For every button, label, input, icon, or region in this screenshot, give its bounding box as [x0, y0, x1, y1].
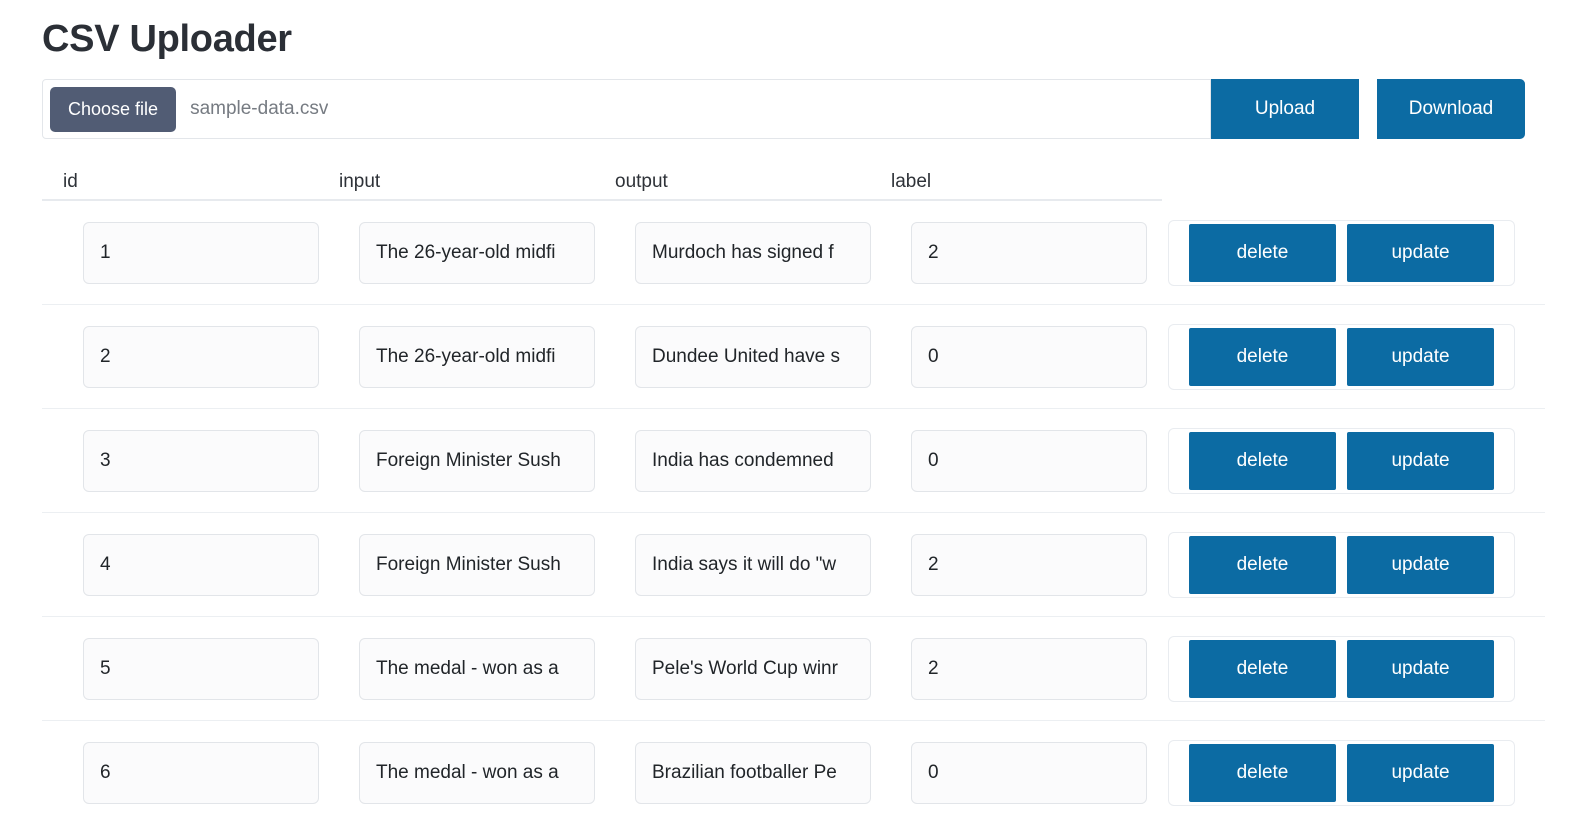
label-field[interactable] — [911, 325, 1147, 388]
delete-button[interactable]: delete — [1189, 639, 1336, 698]
delete-button[interactable]: delete — [1189, 327, 1336, 386]
cell-input — [318, 221, 595, 284]
label-field[interactable] — [911, 637, 1147, 700]
cell-label — [870, 637, 1147, 700]
delete-button[interactable]: delete — [1189, 223, 1336, 282]
upload-toolbar: Choose file sample-data.csv Upload Downl… — [42, 79, 1525, 139]
update-button[interactable]: update — [1347, 639, 1494, 698]
upload-button[interactable]: Upload — [1211, 79, 1359, 139]
cell-output — [594, 637, 871, 700]
row-actions: delete update — [1168, 219, 1515, 286]
output-field[interactable] — [635, 325, 871, 388]
cell-input — [318, 325, 595, 388]
row-actions: delete update — [1168, 740, 1515, 806]
id-field[interactable] — [83, 325, 319, 388]
cell-id — [42, 742, 319, 804]
update-button[interactable]: update — [1347, 744, 1494, 802]
label-field[interactable] — [911, 533, 1147, 596]
cell-label — [870, 429, 1147, 492]
id-field[interactable] — [83, 742, 319, 804]
update-button[interactable]: update — [1347, 223, 1494, 282]
label-field[interactable] — [911, 742, 1147, 804]
cell-label — [870, 325, 1147, 388]
label-field[interactable] — [911, 221, 1147, 284]
cell-label — [870, 742, 1147, 804]
page-title: CSV Uploader — [42, 18, 292, 60]
download-button[interactable]: Download — [1377, 79, 1525, 139]
update-button[interactable]: update — [1347, 535, 1494, 594]
row-actions: delete update — [1168, 531, 1515, 598]
cell-input — [318, 742, 595, 804]
csv-table: id input output label deleteupdatedelete… — [42, 157, 1545, 825]
input-field[interactable] — [359, 742, 595, 804]
output-field[interactable] — [635, 221, 871, 284]
id-field[interactable] — [83, 637, 319, 700]
delete-button[interactable]: delete — [1189, 535, 1336, 594]
cell-output — [594, 429, 871, 492]
output-field[interactable] — [635, 429, 871, 492]
table-row: deleteupdate — [42, 305, 1545, 409]
table-row: deleteupdate — [42, 513, 1545, 617]
cell-label — [870, 221, 1147, 284]
table-header-row: id input output label — [42, 157, 1162, 201]
cell-output — [594, 325, 871, 388]
update-button[interactable]: update — [1347, 327, 1494, 386]
cell-label — [870, 533, 1147, 596]
cell-id — [42, 221, 319, 284]
label-field[interactable] — [911, 429, 1147, 492]
table-row: deleteupdate — [42, 721, 1545, 825]
column-header-output: output — [615, 171, 668, 192]
csv-uploader-page: CSV Uploader Choose file sample-data.csv… — [0, 0, 1587, 836]
id-field[interactable] — [83, 429, 319, 492]
column-header-id: id — [63, 171, 78, 192]
delete-button[interactable]: delete — [1189, 744, 1336, 802]
cell-id — [42, 637, 319, 700]
output-field[interactable] — [635, 742, 871, 804]
id-field[interactable] — [83, 221, 319, 284]
file-input-field[interactable]: Choose file sample-data.csv — [42, 79, 1211, 139]
output-field[interactable] — [635, 637, 871, 700]
cell-id — [42, 533, 319, 596]
cell-input — [318, 533, 595, 596]
selected-file-name: sample-data.csv — [190, 98, 329, 119]
table-body: deleteupdatedeleteupdatedeleteupdatedele… — [42, 201, 1545, 825]
cell-input — [318, 429, 595, 492]
table-row: deleteupdate — [42, 617, 1545, 721]
cell-id — [42, 325, 319, 388]
cell-output — [594, 742, 871, 804]
cell-output — [594, 221, 871, 284]
input-field[interactable] — [359, 221, 595, 284]
column-header-label: label — [891, 171, 932, 192]
table-row: deleteupdate — [42, 201, 1545, 305]
table-row: deleteupdate — [42, 409, 1545, 513]
id-field[interactable] — [83, 533, 319, 596]
cell-output — [594, 533, 871, 596]
column-header-input: input — [339, 171, 381, 192]
row-actions: delete update — [1168, 635, 1515, 702]
input-field[interactable] — [359, 533, 595, 596]
update-button[interactable]: update — [1347, 431, 1494, 490]
output-field[interactable] — [635, 533, 871, 596]
row-actions: delete update — [1168, 323, 1515, 390]
choose-file-button[interactable]: Choose file — [50, 86, 177, 132]
input-field[interactable] — [359, 325, 595, 388]
cell-id — [42, 429, 319, 492]
cell-input — [318, 637, 595, 700]
input-field[interactable] — [359, 429, 595, 492]
delete-button[interactable]: delete — [1189, 431, 1336, 490]
row-actions: delete update — [1168, 427, 1515, 494]
input-field[interactable] — [359, 637, 595, 700]
